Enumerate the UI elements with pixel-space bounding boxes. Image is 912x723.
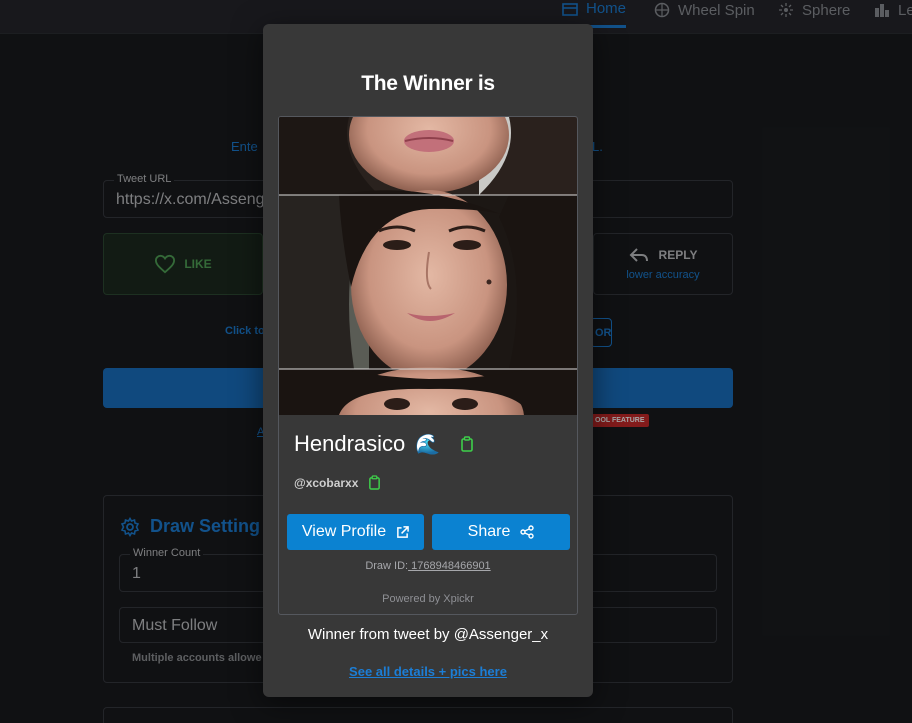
winner-modal: The Winner is Hendrasico 🌊 @xcobarxx Vie… xyxy=(263,24,593,697)
copy-name-icon[interactable] xyxy=(460,436,474,452)
draw-id-value[interactable]: 1768948466901 xyxy=(408,560,491,572)
winner-name: Hendrasico xyxy=(294,431,406,456)
winner-name-row: Hendrasico 🌊 xyxy=(294,431,474,457)
winner-avatar xyxy=(279,117,577,415)
share-button[interactable]: Share xyxy=(432,514,570,550)
external-link-icon xyxy=(397,525,409,538)
share-icon xyxy=(520,525,535,539)
modal-title: The Winner is xyxy=(361,72,495,95)
powered-by: Powered by Xpickr xyxy=(382,593,474,605)
winner-handle: @xcobarxx xyxy=(294,475,359,490)
share-label: Share xyxy=(467,523,511,540)
draw-id-label: Draw ID: xyxy=(365,560,409,572)
copy-handle-icon[interactable] xyxy=(368,475,381,490)
view-profile-button[interactable]: View Profile xyxy=(287,514,424,550)
winner-card: Hendrasico 🌊 @xcobarxx View Profile Shar… xyxy=(278,116,578,615)
wave-emoji: 🌊 xyxy=(415,433,441,456)
winner-handle-row: @xcobarxx xyxy=(294,475,381,490)
view-profile-label: View Profile xyxy=(301,523,387,540)
draw-id: Draw ID: 1768948466901 xyxy=(279,560,577,572)
winner-from-tweet: Winner from tweet by @Assenger_x xyxy=(307,626,549,643)
see-details-link[interactable]: See all details + pics here xyxy=(263,664,593,679)
